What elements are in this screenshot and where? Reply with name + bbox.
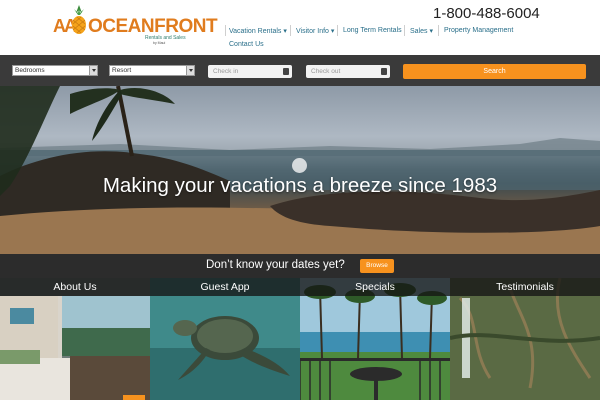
- calendar-icon[interactable]: [381, 68, 387, 75]
- nav-divider: [404, 25, 405, 36]
- nav-property-management[interactable]: Property Management: [444, 27, 513, 34]
- site-header: AA OCEANFRONT Rentals and Sales by Maui …: [0, 0, 600, 55]
- brand-logo[interactable]: AA OCEANFRONT Rentals and Sales by Maui: [53, 4, 218, 45]
- caret-down-icon: ▾: [429, 28, 433, 35]
- chevron-down-icon: [89, 66, 97, 75]
- browse-button[interactable]: Browse: [360, 259, 394, 273]
- resort-select-value: Resort: [112, 67, 132, 74]
- page: AA OCEANFRONT Rentals and Sales by Maui …: [0, 0, 600, 400]
- check-out-field[interactable]: Check out: [306, 65, 390, 78]
- tile-testimonials[interactable]: Testimonials: [450, 278, 600, 400]
- nav-divider: [438, 25, 439, 36]
- search-button[interactable]: Search: [403, 64, 586, 79]
- tile-specials[interactable]: Specials: [300, 278, 450, 400]
- slider-dot[interactable]: [292, 158, 307, 173]
- tile-label: About Us: [0, 278, 150, 296]
- footer-logo: [123, 395, 145, 400]
- nav-label: Sales: [410, 28, 428, 35]
- check-in-placeholder: Check in: [213, 68, 239, 75]
- nav-label: Long Term Rentals: [343, 27, 402, 34]
- logo-tagline: Rentals and Sales: [145, 35, 186, 41]
- tile-label: Guest App: [150, 278, 300, 296]
- nav-label: Vacation Rentals: [229, 28, 282, 35]
- chevron-down-icon: [186, 66, 194, 75]
- nav-divider: [290, 25, 291, 36]
- caret-down-icon: ▾: [283, 28, 287, 35]
- tile-guest-app[interactable]: Guest App: [150, 278, 300, 400]
- hero-title: Making your vacations a breeze since 198…: [102, 174, 498, 197]
- nav-divider: [337, 25, 338, 36]
- nav-divider: [225, 25, 226, 36]
- tile-label: Specials: [300, 278, 450, 296]
- nav-label: Contact Us: [229, 41, 264, 48]
- caret-down-icon: ▾: [330, 28, 335, 35]
- nav-vacation-rentals[interactable]: Vacation Rentals ▾: [229, 27, 287, 35]
- hero-banner: Making your vacations a breeze since 198…: [0, 86, 600, 254]
- lanai-view-image: [300, 278, 450, 400]
- calendar-icon[interactable]: [283, 68, 289, 75]
- nav-label: Property Management: [444, 27, 514, 34]
- dates-banner: Don’t know your dates yet? Browse: [0, 254, 600, 278]
- nav-label: Visitor Info: [296, 28, 329, 35]
- pineapple-icon: [72, 5, 86, 34]
- feature-tiles: About Us Guest App Specials Testimonials: [0, 278, 600, 400]
- tile-about-us[interactable]: About Us: [0, 278, 150, 400]
- condo-interior-image: [0, 278, 150, 400]
- check-out-placeholder: Check out: [311, 68, 341, 75]
- nav-long-term-rentals[interactable]: Long Term Rentals: [343, 27, 402, 34]
- sea-turtle-image: [150, 278, 300, 400]
- tile-label: Testimonials: [450, 278, 600, 296]
- search-bar: Bedrooms Resort Check in Check out Searc…: [0, 55, 600, 86]
- dates-prompt: Don’t know your dates yet?: [206, 259, 345, 271]
- check-in-field[interactable]: Check in: [208, 65, 292, 78]
- nav-sales[interactable]: Sales ▾: [410, 27, 433, 35]
- waterfall-image: [450, 278, 600, 400]
- logo-byline: by Maui: [153, 41, 166, 45]
- nav-contact-us[interactable]: Contact Us: [229, 41, 264, 48]
- bedrooms-select[interactable]: Bedrooms: [12, 65, 98, 76]
- phone-number[interactable]: 1-800-488-6004: [433, 5, 540, 22]
- resort-select[interactable]: Resort: [109, 65, 195, 76]
- nav-visitor-info[interactable]: Visitor Info ▾: [296, 27, 334, 35]
- bedrooms-select-value: Bedrooms: [15, 67, 45, 74]
